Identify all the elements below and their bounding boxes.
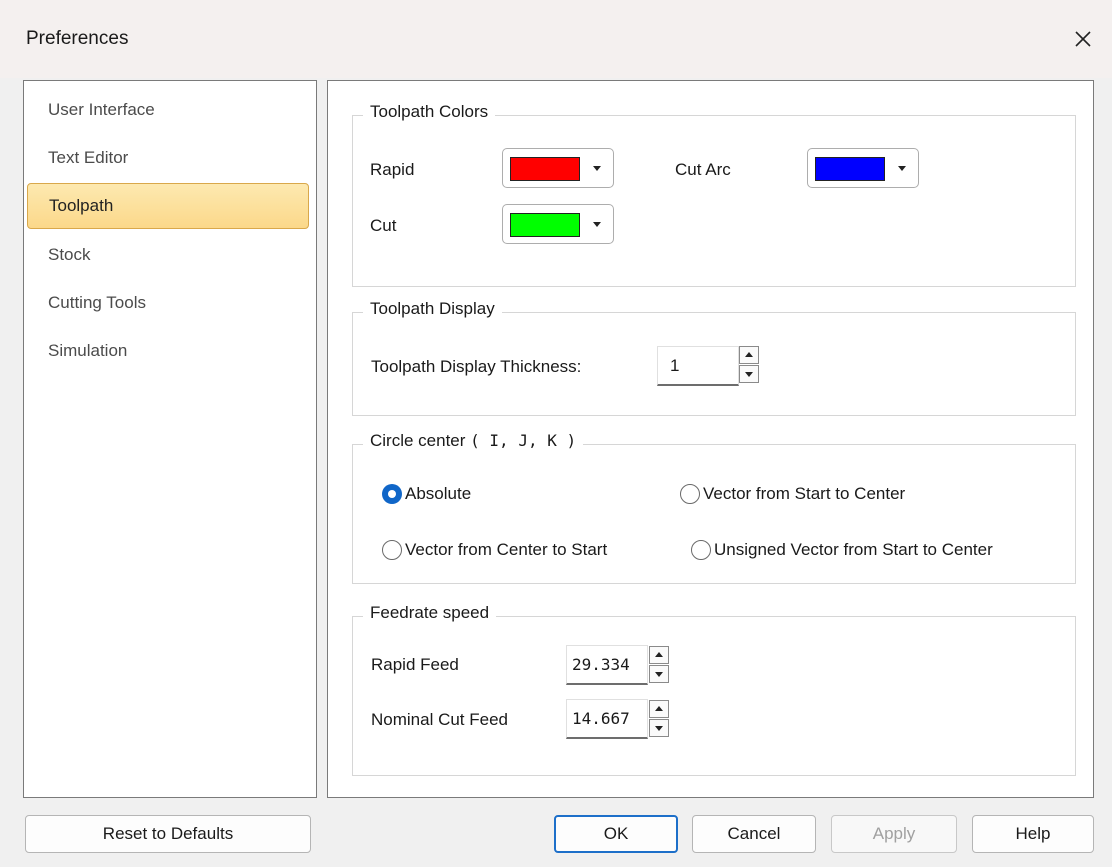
nav-item-toolpath[interactable]: Toolpath [27, 183, 309, 229]
dropdown-arrow-icon [593, 166, 601, 171]
group-title: Circle center ( I, J, K ) [363, 431, 584, 451]
category-list: User Interface Text Editor Toolpath Stoc… [23, 80, 317, 798]
arrow-down-icon [655, 672, 663, 677]
radio-absolute[interactable]: Absolute [382, 483, 512, 507]
radio-label: Vector from Center to Start [405, 540, 608, 559]
group-title: Toolpath Display [363, 299, 502, 319]
group-title: Feedrate speed [363, 603, 497, 623]
radio-indicator [382, 484, 402, 504]
nominal-cut-feed-stepper [649, 700, 669, 738]
rapid-feed-label: Rapid Feed [371, 655, 459, 674]
group-title-text: Circle center [370, 431, 466, 450]
rapid-color-swatch [510, 157, 580, 181]
cut-color-picker[interactable] [502, 204, 614, 244]
help-button[interactable]: Help [972, 815, 1094, 853]
nav-item-simulation[interactable]: Simulation [27, 328, 309, 374]
cancel-button[interactable]: Cancel [692, 815, 816, 853]
rapid-feed-stepper [649, 646, 669, 684]
radio-label: Absolute [405, 484, 472, 503]
increment-button[interactable] [649, 700, 669, 718]
radio-vector-center-to-start[interactable]: Vector from Center to Start [382, 539, 672, 563]
decrement-button[interactable] [739, 365, 759, 383]
circle-center-group: Circle center ( I, J, K ) Absolute Vecto… [352, 431, 1076, 584]
rapid-feed-input[interactable]: 29.334 [566, 645, 648, 685]
ok-button[interactable]: OK [554, 815, 678, 853]
radio-indicator [680, 484, 700, 504]
cut-color-label: Cut [370, 216, 397, 235]
radio-indicator [382, 540, 402, 560]
group-title: Toolpath Colors [363, 102, 496, 122]
arrow-down-icon [745, 372, 753, 377]
radio-label: Vector from Start to Center [703, 484, 906, 503]
window-title: Preferences [26, 28, 129, 49]
arrow-up-icon [745, 352, 753, 357]
cut-arc-color-label: Cut Arc [675, 160, 731, 179]
radio-unsigned-vector-start-to-center[interactable]: Unsigned Vector from Start to Center [691, 539, 1061, 563]
thickness-input[interactable]: 1 [657, 346, 739, 386]
apply-button: Apply [831, 815, 957, 853]
increment-button[interactable] [649, 646, 669, 664]
radio-indicator [691, 540, 711, 560]
settings-panel: Toolpath Colors Rapid Cut Arc Cut Toolpa… [327, 80, 1094, 798]
decrement-button[interactable] [649, 665, 669, 683]
thickness-label: Toolpath Display Thickness: [371, 357, 582, 376]
dropdown-arrow-icon [898, 166, 906, 171]
nav-item-stock[interactable]: Stock [27, 232, 309, 278]
nav-item-cutting-tools[interactable]: Cutting Tools [27, 280, 309, 326]
nav-item-text-editor[interactable]: Text Editor [27, 135, 309, 181]
increment-button[interactable] [739, 346, 759, 364]
rapid-color-picker[interactable] [502, 148, 614, 188]
arrow-down-icon [655, 726, 663, 731]
nav-item-user-interface[interactable]: User Interface [27, 87, 309, 133]
cut-color-swatch [510, 213, 580, 237]
thickness-stepper [739, 346, 759, 384]
dropdown-arrow-icon [593, 222, 601, 227]
close-button[interactable] [1066, 22, 1100, 56]
nominal-cut-feed-label: Nominal Cut Feed [371, 710, 509, 729]
close-icon [1075, 31, 1091, 47]
arrow-up-icon [655, 652, 663, 657]
toolpath-display-group: Toolpath Display Toolpath Display Thickn… [352, 299, 1076, 416]
feedrate-group: Feedrate speed Rapid Feed 29.334 Nominal… [352, 603, 1076, 776]
cut-arc-color-picker[interactable] [807, 148, 919, 188]
cut-arc-color-swatch [815, 157, 885, 181]
group-title-ijk: ( I, J, K ) [470, 431, 577, 450]
radio-vector-start-to-center[interactable]: Vector from Start to Center [680, 483, 980, 507]
decrement-button[interactable] [649, 719, 669, 737]
radio-label: Unsigned Vector from Start to Center [714, 540, 993, 559]
toolpath-colors-group: Toolpath Colors Rapid Cut Arc Cut [352, 102, 1076, 287]
reset-defaults-button[interactable]: Reset to Defaults [25, 815, 311, 853]
nominal-cut-feed-input[interactable]: 14.667 [566, 699, 648, 739]
title-bar: Preferences [0, 0, 1112, 78]
rapid-color-label: Rapid [370, 160, 415, 179]
arrow-up-icon [655, 706, 663, 711]
